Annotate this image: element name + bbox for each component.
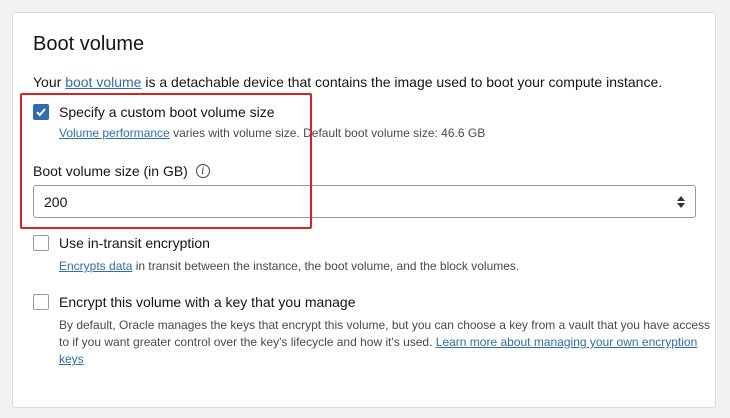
boot-volume-link[interactable]: boot volume — [65, 74, 141, 90]
own-key-help: By default, Oracle manages the keys that… — [59, 317, 714, 368]
own-key-row[interactable]: Encrypt this volume with a key that you … — [33, 294, 355, 310]
section-intro: Your boot volume is a detachable device … — [33, 74, 662, 90]
highlight-box — [20, 93, 312, 229]
increment-icon[interactable] — [677, 195, 685, 201]
encrypts-data-link[interactable]: Encrypts data — [59, 259, 132, 273]
own-key-checkbox[interactable] — [33, 294, 49, 310]
decrement-icon[interactable] — [677, 202, 685, 208]
intro-suffix: is a detachable device that contains the… — [141, 74, 663, 90]
own-key-help-line2: to if you want greater control over the … — [59, 335, 436, 349]
transit-encryption-row[interactable]: Use in-transit encryption — [33, 235, 210, 251]
own-key-help-line1: By default, Oracle manages the keys that… — [59, 318, 711, 332]
intro-prefix: Your — [33, 74, 66, 90]
section-title: Boot volume — [33, 33, 145, 55]
transit-encryption-help: Encrypts data in transit between the ins… — [59, 258, 519, 275]
transit-encryption-help-text: in transit between the instance, the boo… — [132, 259, 520, 273]
spinner-icon[interactable] — [677, 195, 685, 208]
transit-encryption-checkbox[interactable] — [33, 235, 49, 251]
own-key-label[interactable]: Encrypt this volume with a key that you … — [59, 294, 355, 310]
transit-encryption-label[interactable]: Use in-transit encryption — [59, 235, 210, 251]
